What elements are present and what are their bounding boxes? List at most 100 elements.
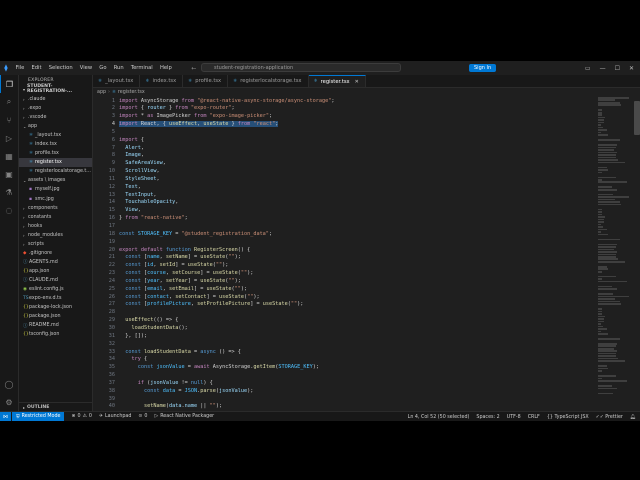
tree-item[interactable]: ⌄ app — [19, 122, 92, 131]
code-text[interactable]: import AsyncStorage from "@react-native-… — [119, 98, 589, 412]
tree-item[interactable]: › scripts — [19, 240, 92, 249]
menu-file[interactable]: File — [12, 65, 28, 71]
line-number: 38 — [108, 387, 115, 394]
tree-item-label: app — [28, 124, 38, 130]
code-token: useState — [262, 301, 288, 308]
cursor-position[interactable]: Ln 4, Col 52 (50 selected) — [408, 415, 470, 420]
minimize-icon[interactable]: — — [600, 65, 606, 72]
settings-gear-icon[interactable]: ⚙ — [0, 393, 18, 411]
tree-item[interactable]: {} app.json — [19, 267, 92, 276]
scrollbar-thumb[interactable] — [634, 101, 640, 135]
tree-item[interactable]: › node_modules — [19, 231, 92, 240]
minimap-line — [598, 265, 607, 268]
files-icon[interactable]: ❐ — [0, 75, 18, 93]
tree-item[interactable]: › constants — [19, 213, 92, 222]
menu-run[interactable]: Run — [110, 65, 127, 71]
problems-indicator[interactable]: ⊗ 0 ⚠ 0 — [71, 414, 91, 419]
editor-tab[interactable]: ⚛ registerlocalstorage.tsx — [228, 75, 309, 87]
tree-item[interactable]: ⚛ profile.tsx — [19, 149, 92, 158]
line-number: 6 — [111, 136, 115, 143]
arrow-left-icon[interactable]: ← — [189, 65, 198, 72]
code-token: jsonValue — [153, 364, 185, 371]
tree-item[interactable]: ▪ myself.jpg — [19, 185, 92, 194]
tree-item[interactable]: ⓘ AGENTS.md — [19, 258, 92, 267]
outline-label: OUTLINE — [27, 404, 50, 410]
prettier-item[interactable]: ✓✓ Prettier — [596, 415, 623, 420]
remote-explorer-icon[interactable]: ▣ — [0, 165, 18, 183]
minimap-line — [598, 203, 621, 206]
search-icon[interactable]: ⌕ — [0, 93, 18, 111]
code-token: Alert — [125, 144, 141, 151]
tree-item[interactable]: {} package-lock.json — [19, 303, 92, 312]
tree-item[interactable]: ▪ smc.jpg — [19, 195, 92, 204]
tree-item[interactable]: {} tsconfig.json — [19, 330, 92, 339]
ports-item[interactable]: ⊙ 0 — [138, 414, 147, 419]
tree-item[interactable]: ⚛ register.tsx — [19, 158, 92, 168]
close-tab-icon[interactable]: ✕ — [355, 79, 359, 85]
minimap-line — [598, 347, 614, 350]
minimap-line — [598, 218, 604, 221]
code-token: ] = — [175, 262, 188, 269]
breadcrumb-folder[interactable]: app — [97, 90, 106, 95]
minimap-line — [598, 315, 605, 318]
code-token: parse — [200, 387, 216, 394]
close-icon[interactable]: ✕ — [629, 65, 634, 72]
code-token: import — [119, 105, 138, 112]
encoding[interactable]: UTF-8 — [507, 415, 521, 420]
packager-item[interactable]: ▷ React Native Packager — [154, 414, 214, 419]
launchpad-item[interactable]: ✈ Launchpad — [99, 414, 131, 419]
tree-item[interactable]: ◆ .gitignore — [19, 249, 92, 258]
editor-tab[interactable]: ⚛ profile.tsx — [183, 75, 229, 87]
testing-icon[interactable]: ⚗ — [0, 183, 18, 201]
chat-icon[interactable]: ◌ — [0, 201, 18, 219]
language-mode[interactable]: {} TypeScript JSX — [547, 415, 589, 420]
restricted-mode-indicator[interactable]: ⛨ Restricted Mode — [12, 411, 65, 421]
tree-item[interactable]: TS expo-env.d.ts — [19, 294, 92, 303]
project-folder-header[interactable]: ▾ STUDENT-REGISTRATION-... — [19, 84, 92, 94]
bell-icon[interactable]: 🔔︎ — [630, 415, 636, 420]
tree-item[interactable]: ⓘ CLAUDE.md — [19, 276, 92, 285]
command-center[interactable]: student-registration-application — [201, 63, 401, 72]
editor-tab[interactable]: ⚛ register.tsx ✕ — [308, 75, 366, 87]
outline-section[interactable]: ▸ OUTLINE — [19, 402, 92, 411]
editor-scrollbar[interactable] — [634, 97, 640, 411]
end-of-line[interactable]: CRLF — [528, 415, 540, 420]
tree-item[interactable]: › .claude — [19, 95, 92, 104]
sign-in-button[interactable]: Sign In — [469, 64, 497, 72]
remote-indicator-icon[interactable]: ⋈ — [0, 411, 11, 421]
tree-item[interactable]: ⚛ index.tsx — [19, 140, 92, 149]
menu-edit[interactable]: Edit — [28, 65, 45, 71]
tree-item[interactable]: {} package.json — [19, 312, 92, 321]
code-token: { — [137, 136, 144, 143]
extensions-icon[interactable]: ▦ — [0, 147, 18, 165]
run-debug-icon[interactable]: ▷ — [0, 129, 18, 147]
tree-item[interactable]: ⓘ README.md — [19, 321, 92, 330]
tree-item[interactable]: › .expo — [19, 104, 92, 113]
code-token: TouchableOpacity — [125, 199, 176, 206]
source-control-icon[interactable]: ⑂ — [0, 111, 18, 129]
tree-item[interactable]: › hooks — [19, 222, 92, 231]
menu-view[interactable]: View — [76, 65, 96, 71]
line-number: 20 — [108, 246, 115, 253]
tree-item[interactable]: › .vscode — [19, 113, 92, 122]
minimap[interactable] — [598, 97, 632, 411]
tree-item[interactable]: ⌄ assets \ images — [19, 176, 92, 185]
tree-item[interactable]: ◉ eslint.config.js — [19, 285, 92, 294]
breadcrumb-file[interactable]: register.tsx — [118, 90, 145, 95]
menu-selection[interactable]: Selection — [45, 65, 76, 71]
indentation[interactable]: Spaces: 2 — [476, 415, 499, 420]
tree-item[interactable]: ⚛ registerlocalstorage.t... — [19, 167, 92, 176]
menu-terminal[interactable]: Terminal — [127, 65, 156, 71]
account-icon[interactable]: ◯ — [0, 375, 18, 393]
tree-item[interactable]: ⚛ _layout.tsx — [19, 131, 92, 140]
tree-item[interactable]: › components — [19, 204, 92, 213]
tree-item-label: AGENTS.md — [29, 259, 58, 265]
menu-go[interactable]: Go — [96, 65, 110, 71]
menu-help[interactable]: Help — [156, 65, 175, 71]
editor-tab[interactable]: ⚛ index.tsx — [140, 75, 184, 87]
code-token: StyleSheet — [125, 175, 157, 182]
minimap-line — [598, 337, 621, 340]
layout-toggle-icon[interactable]: ▭ — [585, 65, 591, 72]
maximize-icon[interactable]: ☐ — [615, 65, 620, 72]
editor-tab[interactable]: ⚛ _layout.tsx — [93, 75, 141, 87]
